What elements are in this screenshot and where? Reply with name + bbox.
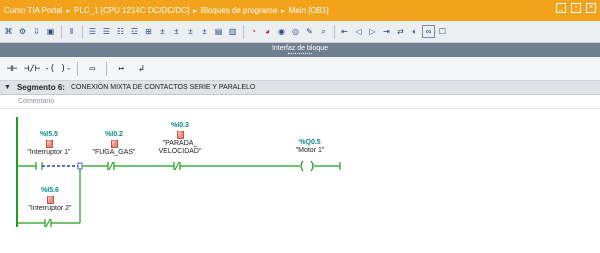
block-interface-bar[interactable]: Interfaz de bloque bbox=[0, 43, 600, 57]
collapse-caret-icon[interactable]: ▼ bbox=[4, 84, 11, 91]
operand-tag-name: "Motor 1" bbox=[295, 147, 325, 154]
segment-title: Segmento 6: bbox=[16, 83, 65, 92]
title-bar: Curso TIA Portal ▸ PLC_1 [CPU 1214C DC/D… bbox=[0, 0, 600, 21]
breadcrumb: Curso TIA Portal ▸ PLC_1 [CPU 1214C DC/D… bbox=[0, 6, 329, 15]
crumb-main-ob1[interactable]: Main [OB1] bbox=[289, 6, 329, 15]
operand-address: %I0.3 bbox=[171, 122, 189, 129]
first-icon[interactable]: ⇤ bbox=[338, 25, 351, 38]
network-icon[interactable]: ⌘ bbox=[2, 25, 15, 38]
contact-i56 bbox=[44, 218, 52, 228]
replace-icon[interactable]: ⇄ bbox=[394, 25, 407, 38]
comment-placeholder: Comentario bbox=[18, 98, 55, 105]
failsafe-badge-icon: F bbox=[45, 140, 53, 148]
go-offline-icon[interactable]: ◕ bbox=[261, 25, 274, 38]
operand-i55[interactable]: %I5.5 F "Interruptor 1" bbox=[22, 131, 76, 157]
crumb-separator-icon: ▸ bbox=[66, 7, 71, 15]
lad-element-toolbar: ⊣⊢ ⊣/⊢ -( )- ▭ ↦ ↲ bbox=[0, 57, 600, 81]
operand-address: %I5.6 bbox=[41, 187, 59, 194]
operand-tag-name: "FUGA_GAS" bbox=[92, 149, 136, 156]
list-icon[interactable]: ☲ bbox=[128, 25, 141, 38]
close-icon[interactable]: × bbox=[586, 3, 596, 13]
net-remove-icon[interactable]: ± bbox=[170, 25, 183, 38]
toolbar-divider bbox=[77, 61, 79, 76]
net-expand-icon[interactable]: ± bbox=[184, 25, 197, 38]
comment-icon[interactable]: ▥ bbox=[226, 25, 239, 38]
ladder-network: %I5.5 F "Interruptor 1" %I0.2 F "FUGA_GA… bbox=[0, 109, 600, 253]
nc-contact-icon[interactable]: ⊣/⊢ bbox=[24, 62, 40, 76]
open-branch-icon[interactable]: ↦ bbox=[113, 62, 129, 76]
toolbar-divider bbox=[334, 24, 335, 39]
segment-comment[interactable]: Comentario bbox=[0, 95, 600, 109]
forward-icon[interactable]: ▷ bbox=[366, 25, 379, 38]
absolute-icon[interactable]: ▤ bbox=[212, 25, 225, 38]
operand-i03[interactable]: %I0.3 F "PARADA_ VELOCIDAD" bbox=[150, 122, 210, 156]
operand-i02[interactable]: %I0.2 F "FUGA_GAS" bbox=[88, 131, 140, 157]
crumb-project[interactable]: Curso TIA Portal bbox=[4, 6, 63, 15]
contact-i02 bbox=[107, 161, 115, 171]
settings-icon[interactable]: ☐ bbox=[436, 25, 449, 38]
failsafe-badge-icon: F bbox=[110, 140, 118, 148]
operand-q05[interactable]: %Q0.5 "Motor 1" bbox=[285, 139, 335, 155]
operand-address: %I0.2 bbox=[105, 131, 123, 138]
modify-icon[interactable]: ✎ bbox=[303, 25, 316, 38]
operand-tag-name-line1: "PARADA_ bbox=[162, 140, 198, 147]
interface-splitter-grip[interactable] bbox=[288, 53, 312, 56]
monitor-glasses-icon[interactable]: ∞ bbox=[422, 25, 435, 38]
go-online-icon[interactable]: ◔ bbox=[247, 25, 260, 38]
coil-q05 bbox=[300, 160, 314, 172]
list-icon[interactable]: ☰ bbox=[100, 25, 113, 38]
operand-tag-name-line2: VELOCIDAD" bbox=[158, 148, 202, 155]
coil-icon[interactable]: -( )- bbox=[44, 62, 71, 76]
list-icon[interactable]: ☷ bbox=[114, 25, 127, 38]
block-interface-label: Interfaz de bloque bbox=[271, 45, 329, 52]
operand-address: %Q0.5 bbox=[299, 139, 321, 146]
contact-i03 bbox=[173, 161, 181, 171]
failsafe-badge-icon: F bbox=[176, 131, 184, 139]
segment-header[interactable]: ▼ Segmento 6: CONEXIÓN MIXTA DE CONTACTO… bbox=[0, 81, 600, 95]
back-icon[interactable]: ◁ bbox=[352, 25, 365, 38]
segment-description[interactable]: CONEXIÓN MIXTA DE CONTACTOS SERIE Y PARA… bbox=[71, 84, 255, 91]
compile-icon[interactable]: ⚙ bbox=[16, 25, 29, 38]
no-contact-icon[interactable]: ⊣⊢ bbox=[4, 62, 20, 76]
pause-icon[interactable]: ‖ bbox=[65, 25, 78, 38]
watch-icon[interactable]: ◉ bbox=[275, 25, 288, 38]
list-icon[interactable]: ☰ bbox=[86, 25, 99, 38]
last-icon[interactable]: ⇥ bbox=[380, 25, 393, 38]
monitor-icon[interactable]: ▣ bbox=[44, 25, 57, 38]
toolbar-divider bbox=[82, 24, 83, 39]
minimize-icon[interactable]: _ bbox=[556, 3, 566, 13]
toolbar-divider bbox=[106, 61, 108, 76]
watch-all-icon[interactable]: ◎ bbox=[289, 25, 302, 38]
net-add-icon[interactable]: ± bbox=[156, 25, 169, 38]
failsafe-badge-icon: F bbox=[46, 196, 54, 204]
toolbar-divider bbox=[243, 24, 244, 39]
operand-address: %I5.5 bbox=[40, 131, 58, 138]
operand-i56[interactable]: %I5.6 F "Interruptor 2" bbox=[22, 187, 78, 213]
insert-icon[interactable]: ⊞ bbox=[142, 25, 155, 38]
restore-icon[interactable]: ▫ bbox=[571, 3, 581, 13]
operand-tag-name: "Interruptor 2" bbox=[28, 205, 72, 212]
window-controls: _ ▫ × bbox=[556, 3, 596, 13]
empty-box-icon[interactable]: ▭ bbox=[84, 62, 100, 76]
branch-handle bbox=[77, 162, 83, 170]
crumb-plc[interactable]: PLC_1 [CPU 1214C DC/DC/DC] bbox=[74, 6, 189, 15]
editor-toolbar: ⌘ ⚙ ⇩ ▣ ‖ ☰ ☰ ☷ ☲ ⊞ ± ± ± ± ▤ ▥ ◔ ◕ ◉ ◎ … bbox=[0, 21, 600, 43]
monitor-on-icon[interactable]: ◐ bbox=[408, 25, 421, 38]
net-collapse-icon[interactable]: ± bbox=[198, 25, 211, 38]
crumb-separator-icon: ▸ bbox=[193, 7, 197, 15]
close-branch-icon[interactable]: ↲ bbox=[133, 62, 149, 76]
crumb-program-blocks[interactable]: Bloques de programa bbox=[201, 6, 278, 15]
search-icon[interactable]: ⌕ bbox=[317, 25, 330, 38]
operand-tag-name: "Interruptor 1" bbox=[27, 149, 71, 156]
toolbar-divider bbox=[61, 24, 62, 39]
contact-i55 bbox=[35, 162, 43, 170]
download-icon[interactable]: ⇩ bbox=[30, 25, 43, 38]
crumb-separator-icon: ▸ bbox=[281, 7, 285, 15]
